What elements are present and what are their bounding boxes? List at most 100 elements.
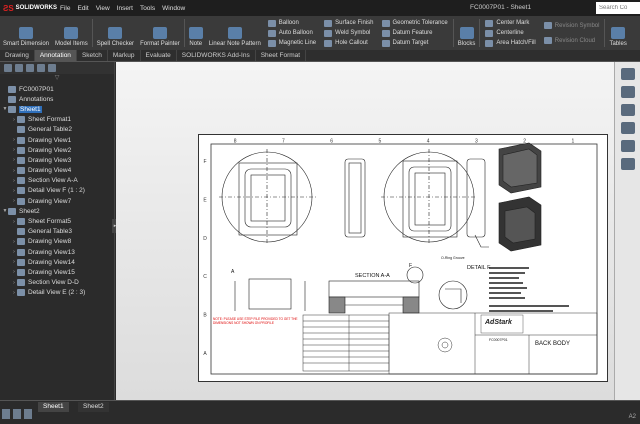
tab-sketch[interactable]: Sketch <box>77 50 108 61</box>
front-view <box>219 149 317 245</box>
tree-item[interactable]: › Section View D-D <box>0 278 114 288</box>
tree-item[interactable]: › Drawing View3 <box>0 155 114 165</box>
section-view <box>328 280 420 314</box>
menu-tools[interactable]: Tools <box>140 5 155 12</box>
tree-item[interactable]: › Drawing View13 <box>0 247 114 257</box>
document-title: FC0007P01 - Sheet1 <box>470 4 532 11</box>
tab-drawing[interactable]: Drawing <box>0 50 35 61</box>
sheet-tab-2[interactable]: Sheet2 <box>78 402 109 412</box>
ribbon-surface-finish-button[interactable]: Surface Finish <box>324 19 374 27</box>
tree-item[interactable]: › Drawing View2 <box>0 145 114 155</box>
menu-view[interactable]: View <box>96 5 110 12</box>
ribbon-separator <box>479 19 481 47</box>
tree-node-icon <box>17 289 25 297</box>
tab-sheet-format[interactable]: Sheet Format <box>256 50 307 61</box>
ribbon-auto-balloon-button[interactable]: Auto Balloon <box>267 29 316 37</box>
property-manager-icon[interactable] <box>15 64 23 72</box>
ribbon-format-painter-button[interactable]: Format Painter <box>137 16 183 50</box>
ribbon-tool-icon <box>381 19 390 27</box>
ribbon-geometric-tolerance-button[interactable]: Geometric Tolerance <box>381 19 448 27</box>
ribbon-tool-icon <box>381 39 390 47</box>
menu-edit[interactable]: Edit <box>77 5 88 12</box>
sheet-row-labels: F E D C B A <box>203 159 207 357</box>
ribbon-tool-icon <box>485 39 494 47</box>
tree-item[interactable]: › Sheet Format5 <box>0 216 114 226</box>
tree-item[interactable]: › Drawing View8 <box>0 237 114 247</box>
tree-item[interactable]: › Drawing View1 <box>0 135 114 145</box>
section-label: SECTION A-A <box>355 273 390 279</box>
tree-item[interactable]: › Sheet Format1 <box>0 115 114 125</box>
tree-item[interactable]: ▼ Sheet2 <box>0 206 114 216</box>
tree-item[interactable]: Annotations <box>0 94 114 104</box>
configuration-icon[interactable] <box>26 64 34 72</box>
ribbon-model-items-button[interactable]: Model Items <box>52 16 91 50</box>
tree-item[interactable]: › Drawing View14 <box>0 257 114 267</box>
ribbon-center-mark-button[interactable]: Center Mark <box>485 19 535 27</box>
menu-file[interactable]: File <box>60 5 70 12</box>
menu-insert[interactable]: Insert <box>117 5 133 12</box>
ribbon-label: Tables <box>609 41 627 47</box>
dimxpert-icon[interactable] <box>37 64 45 72</box>
drawing-sheet[interactable]: 87654321 FEDCBA NOTE: PLEASE USE STEP FI… <box>198 134 608 382</box>
tree-node-icon <box>17 218 25 226</box>
view-palette-icon[interactable] <box>620 122 635 134</box>
tree-item[interactable]: › Detail View E (2 : 3) <box>0 288 114 298</box>
display-manager-icon[interactable] <box>48 64 56 72</box>
resources-icon[interactable] <box>620 68 635 80</box>
ribbon-label: Note <box>189 41 203 47</box>
ribbon-revision-cloud-button[interactable]: Revision Cloud <box>543 37 600 44</box>
ribbon-label: Center Mark <box>496 20 530 26</box>
menu-window[interactable]: Window <box>162 5 185 12</box>
command-tabs: Drawing Annotation Sketch Markup Evaluate SOL… <box>0 50 640 62</box>
ribbon-balloon-button[interactable]: Balloon <box>267 19 316 27</box>
tree-item-label: Sheet1 <box>19 105 42 113</box>
tab-annotation[interactable]: Annotation <box>34 50 77 61</box>
ribbon-spell-checker-button[interactable]: Spell Checker <box>94 16 137 50</box>
ribbon-smart-dimension-button[interactable]: Smart Dimension <box>0 16 52 50</box>
tree-item[interactable]: › Drawing View15 <box>0 267 114 277</box>
tab-markup[interactable]: Markup <box>108 50 141 61</box>
tree-item[interactable]: General Table2 <box>0 125 114 135</box>
tree-filter[interactable]: ▽ <box>0 74 114 84</box>
ribbon-tool-icon <box>459 27 474 39</box>
tree-item[interactable]: ▼ Sheet1 <box>0 104 114 114</box>
tree-item[interactable]: FC0007P01 <box>0 84 114 94</box>
tree-item[interactable]: › Drawing View4 <box>0 166 114 176</box>
ribbon-magnetic-line-button[interactable]: Magnetic Line <box>267 39 316 47</box>
tree-item-label: Drawing View14 <box>28 258 75 266</box>
app-logo[interactable]: ƧS SOLIDWORKS <box>0 0 57 16</box>
ribbon-weld-symbol-button[interactable]: Weld Symbol <box>324 29 373 37</box>
sheet-tab-1[interactable]: Sheet1 <box>38 402 69 412</box>
tree-item[interactable]: › Drawing View7 <box>0 196 114 206</box>
tree-item[interactable]: › Section View A-A <box>0 176 114 186</box>
search-input[interactable] <box>596 2 640 14</box>
prev-sheet-icon[interactable] <box>13 409 21 419</box>
tab-solidworks-add-ins[interactable]: SOLIDWORKS Add-Ins <box>177 50 256 61</box>
ribbon-blocks-button[interactable]: Blocks <box>455 16 479 50</box>
tree-item[interactable]: › Detail View F (1 : 2) <box>0 186 114 196</box>
tree-item[interactable]: General Table3 <box>0 227 114 237</box>
ribbon-label: Surface Finish <box>335 20 374 26</box>
next-sheet-icon[interactable] <box>24 409 32 419</box>
tab-evaluate[interactable]: Evaluate <box>141 50 177 61</box>
feature-tree-icon[interactable] <box>4 64 12 72</box>
ribbon-tool-icon <box>19 27 33 39</box>
ribbon-hole-callout-button[interactable]: Hole Callout <box>324 39 373 47</box>
ribbon-note-button[interactable]: Note <box>186 16 206 50</box>
ribbon-linear-note-pattern-button[interactable]: Linear Note Pattern <box>206 16 264 50</box>
ribbon-centerline-button[interactable]: Centerline <box>485 29 535 37</box>
design-library-icon[interactable] <box>620 86 635 98</box>
ribbon-tool-icon <box>64 27 79 39</box>
graphics-area[interactable]: 87654321 FEDCBA NOTE: PLEASE USE STEP FI… <box>116 62 614 400</box>
feature-tree: FC0007P01 Annotations ▼ Sheet1 › Sheet Format… <box>0 84 114 298</box>
ribbon-revision-symbol-button[interactable]: Revision Symbol <box>543 22 599 29</box>
custom-properties-icon[interactable] <box>620 158 635 170</box>
ribbon-datum-target-button[interactable]: Datum Target <box>381 39 448 47</box>
ribbon-label: Spell Checker <box>96 41 135 47</box>
first-sheet-icon[interactable] <box>2 409 10 419</box>
ribbon-datum-feature-button[interactable]: Datum Feature <box>381 29 448 37</box>
appearances-icon[interactable] <box>620 140 635 152</box>
ribbon-tables-button[interactable]: Tables <box>606 16 629 50</box>
file-explorer-icon[interactable] <box>620 104 635 116</box>
ribbon-area-hatch-fill-button[interactable]: Area Hatch/Fill <box>485 39 536 47</box>
